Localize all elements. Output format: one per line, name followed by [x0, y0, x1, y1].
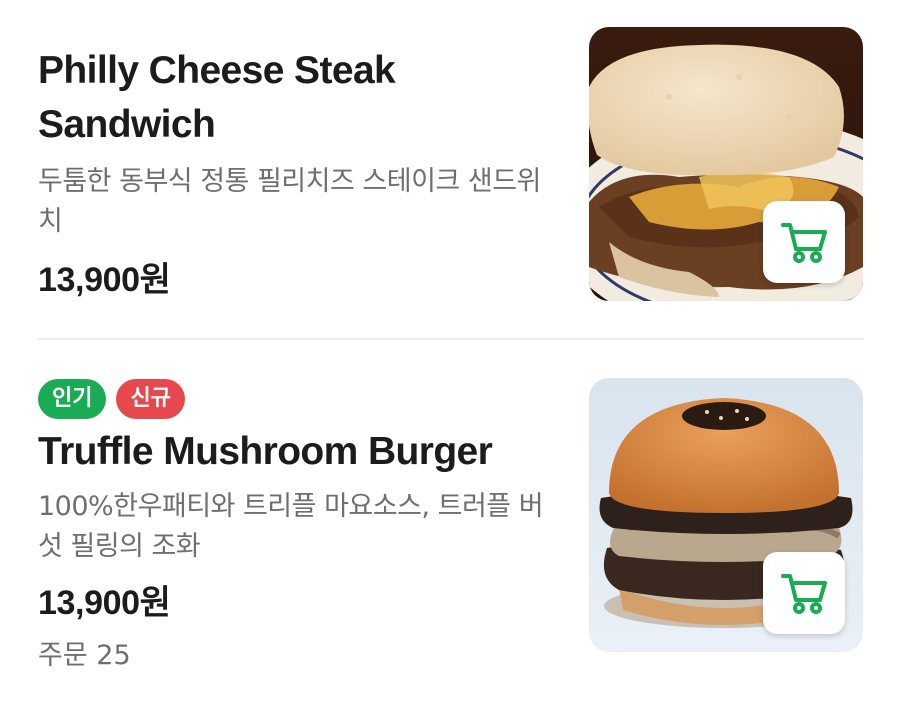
- menu-item-price: 13,900원: [38, 584, 171, 622]
- badge-group: 인기 신규: [38, 379, 548, 419]
- cart-icon: [781, 223, 827, 263]
- menu-item-info: Philly Cheese Steak Sandwich 두툼한 동부식 정통 …: [38, 44, 548, 304]
- menu-item-name: Truffle Mushroom Burger: [38, 430, 493, 473]
- add-to-cart-button[interactable]: [763, 552, 845, 634]
- badge-popular: 인기: [38, 379, 107, 419]
- menu-item[interactable]: Philly Cheese Steak Sandwich 두툼한 동부식 정통 …: [38, 0, 864, 338]
- menu-item-image[interactable]: [589, 378, 863, 652]
- menu-list: Philly Cheese Steak Sandwich 두툼한 동부식 정통 …: [0, 0, 900, 726]
- cart-icon: [781, 574, 827, 614]
- divider: [38, 338, 864, 340]
- add-to-cart-button[interactable]: [763, 201, 845, 283]
- menu-item-image[interactable]: [589, 27, 863, 301]
- menu-item[interactable]: 인기 신규 Truffle Mushroom Burger 100%한우패티와 …: [38, 341, 864, 726]
- menu-item-info: 인기 신규 Truffle Mushroom Burger 100%한우패티와 …: [38, 379, 548, 675]
- menu-item-description: 두툼한 동부식 정통 필리치즈 스테이크 샌드위치: [38, 166, 541, 237]
- menu-item-price: 13,900원: [38, 261, 171, 299]
- menu-item-name: Philly Cheese Steak Sandwich: [38, 49, 396, 146]
- menu-item-description: 100%한우패티와 트리플 마요소스, 트러플 버섯 필링의 조화: [38, 491, 544, 562]
- badge-new: 신규: [116, 379, 185, 419]
- order-count: 주문 25: [38, 640, 131, 671]
